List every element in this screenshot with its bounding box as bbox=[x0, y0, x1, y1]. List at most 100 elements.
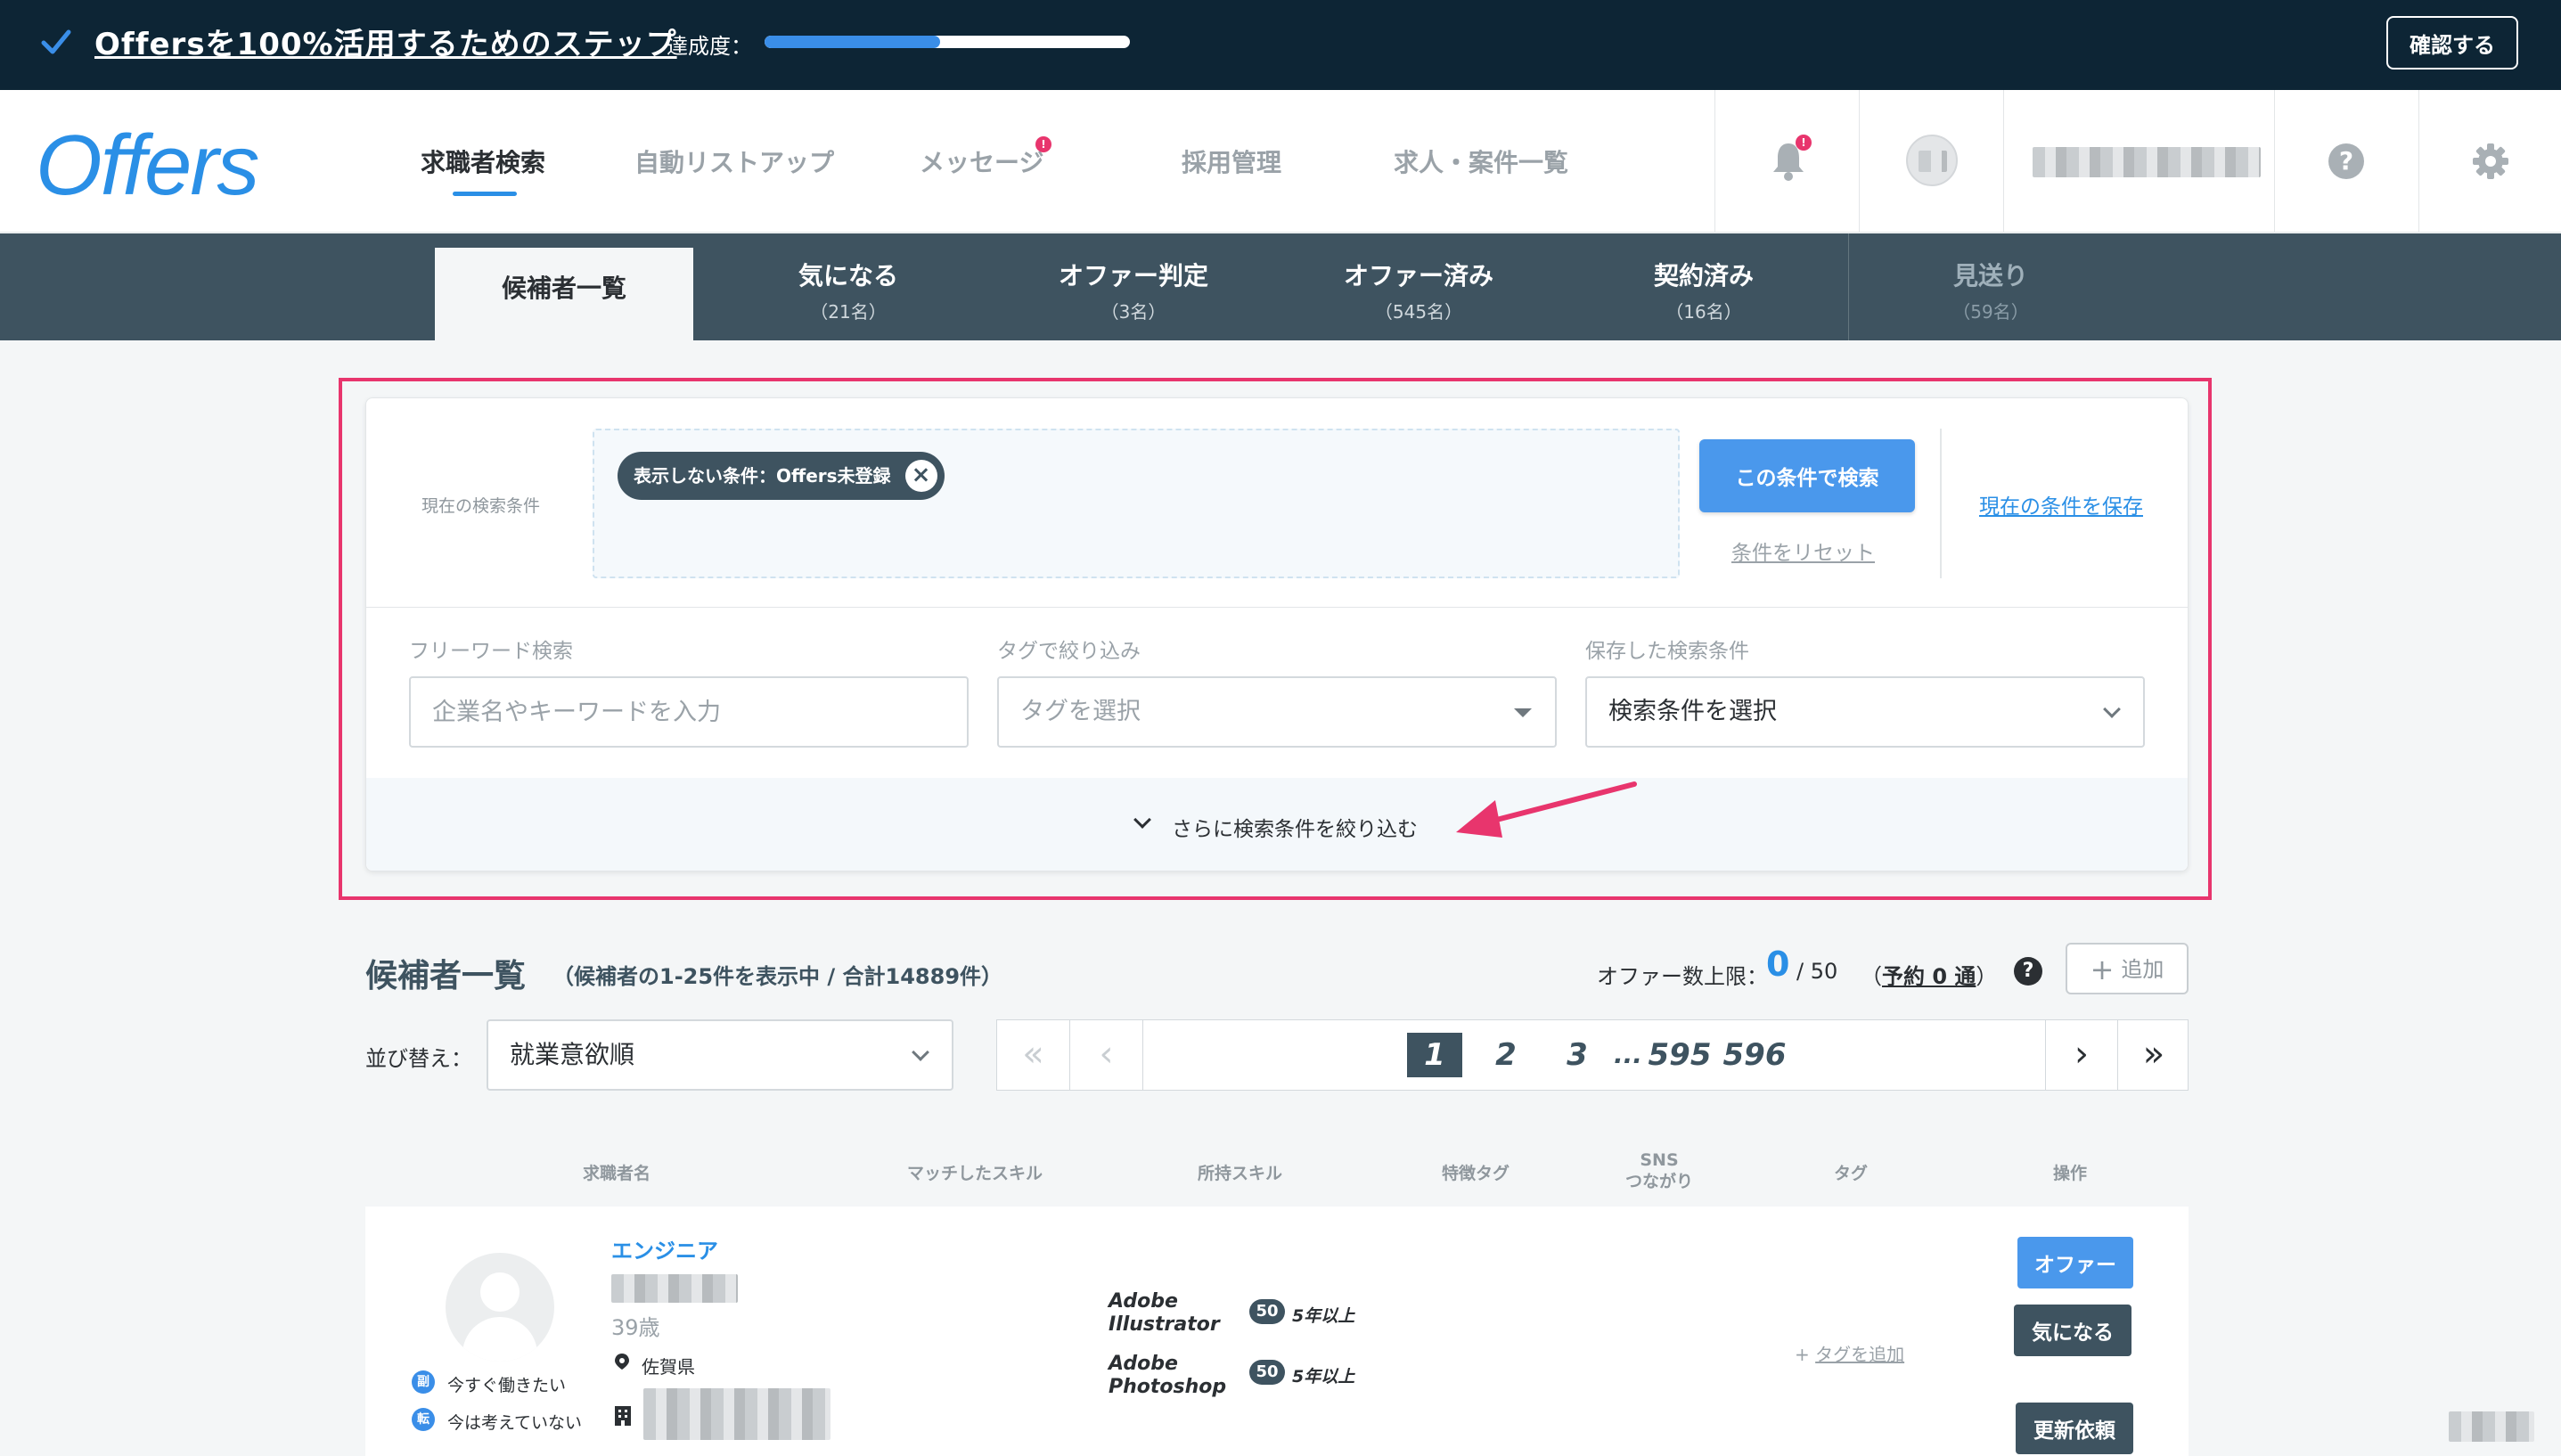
help-icon: ? bbox=[2328, 143, 2364, 179]
nav-job-list[interactable]: 求人・案件一覧 bbox=[1394, 143, 1568, 179]
page-595[interactable]: 595 bbox=[1646, 1033, 1714, 1077]
skill-years: 5年以上 bbox=[1292, 1367, 1355, 1386]
pagination: « ‹ 1 2 3 ... 595 596 › » bbox=[996, 1019, 2189, 1091]
blurred-company-name bbox=[643, 1388, 830, 1440]
tab-candidate-list[interactable]: 候補者一覧 bbox=[435, 248, 693, 340]
offer-button[interactable]: オファー bbox=[2017, 1237, 2133, 1288]
tab-contracted[interactable]: 契約済み （16名） bbox=[1579, 233, 1829, 340]
help-cell[interactable]: ? bbox=[2274, 90, 2418, 233]
confirm-button[interactable]: 確認する bbox=[2386, 16, 2518, 70]
nav-recruit-management[interactable]: 採用管理 bbox=[1182, 143, 1281, 179]
tab-declined[interactable]: 見送り （59名） bbox=[1866, 233, 2115, 340]
tab-interested[interactable]: 気になる （21名） bbox=[724, 233, 973, 340]
company-avatar-cell[interactable] bbox=[1859, 90, 2003, 233]
tab-offered[interactable]: オファー済み （545名） bbox=[1294, 233, 1543, 340]
job-change-status-icon: 転 bbox=[412, 1408, 435, 1431]
reserve-suffix: ） bbox=[1976, 964, 1998, 989]
gear-icon bbox=[2473, 143, 2508, 179]
candidate-subtabs bbox=[0, 233, 2561, 340]
add-button[interactable]: + 追加 bbox=[2066, 943, 2189, 994]
chevron-down-icon bbox=[912, 1043, 929, 1061]
freeword-label: フリーワード検索 bbox=[409, 640, 573, 663]
current-conditions-label: 現在の検索条件 bbox=[421, 496, 541, 516]
blurred-candidate-name bbox=[611, 1274, 738, 1303]
col-actions: 操作 bbox=[2053, 1164, 2088, 1183]
reset-conditions-link[interactable]: 条件をリセット bbox=[1731, 536, 1875, 566]
candidate-role[interactable]: エンジニア bbox=[611, 1233, 718, 1264]
nav-auto-listup[interactable]: 自動リストアップ bbox=[634, 143, 834, 179]
tab-label: オファー済み bbox=[1343, 261, 1493, 290]
tab-count: （3名） bbox=[1100, 301, 1166, 323]
tag-select-placeholder: タグを選択 bbox=[1020, 698, 1141, 725]
reserve-link[interactable]: 予約 0 通 bbox=[1882, 964, 1976, 989]
offers-logo[interactable]: Offers bbox=[36, 117, 259, 215]
page-596[interactable]: 596 bbox=[1721, 1033, 1788, 1077]
col-matched-skills: マッチしたスキル bbox=[907, 1164, 1043, 1183]
chevron-down-icon bbox=[1133, 811, 1151, 829]
prev-page-icon[interactable]: ‹ bbox=[1070, 1020, 1143, 1090]
page-ellipsis: ... bbox=[1614, 1040, 1642, 1069]
onboarding-title-link[interactable]: Offersを100%活用するためのステップ bbox=[94, 20, 677, 63]
notification-cell[interactable]: ! bbox=[1714, 90, 1859, 233]
messages-badge: ! bbox=[1035, 136, 1051, 152]
side-job-status-icon: 副 bbox=[412, 1370, 435, 1394]
saved-conditions-value: 検索条件を選択 bbox=[1608, 698, 1777, 725]
skill-level-badge: 50 bbox=[1249, 1360, 1285, 1385]
more-conditions-toggle[interactable]: さらに検索条件を絞り込む bbox=[366, 778, 2188, 871]
skill-years: 5年以上 bbox=[1292, 1306, 1355, 1326]
candidate-location: 佐賀県 bbox=[642, 1356, 695, 1378]
skill-name: Adobe Illustrator bbox=[1109, 1290, 1220, 1336]
save-conditions-link[interactable]: 現在の条件を保存 bbox=[1979, 489, 2143, 519]
nav-candidate-search[interactable]: 求職者検索 bbox=[421, 143, 545, 179]
tag-select[interactable]: タグを選択 bbox=[997, 676, 1557, 748]
user-name-cell[interactable] bbox=[2003, 90, 2274, 233]
help-icon[interactable]: ? bbox=[2014, 957, 2042, 986]
blurred-user-name bbox=[2033, 147, 2261, 177]
page-1[interactable]: 1 bbox=[1407, 1033, 1462, 1077]
sort-label: 並び替え： bbox=[365, 1046, 472, 1071]
progress-label: 達成度： bbox=[667, 34, 752, 59]
search-panel: 現在の検索条件 表示しない条件：Offers未登録 × この条件で検索 条件をリ… bbox=[365, 397, 2189, 871]
col-sns: SNS つながり bbox=[1625, 1149, 1693, 1192]
update-request-button[interactable]: 更新依頼 bbox=[2016, 1403, 2133, 1454]
page-2[interactable]: 2 bbox=[1478, 1033, 1534, 1077]
tab-count: （21名） bbox=[810, 301, 887, 323]
tab-label: オファー判定 bbox=[1058, 261, 1208, 290]
divider bbox=[366, 607, 2188, 608]
settings-cell[interactable] bbox=[2418, 90, 2561, 233]
blurred-corner-element bbox=[2449, 1411, 2534, 1442]
side-job-status: 今すぐ働きたい bbox=[447, 1376, 567, 1395]
next-page-icon[interactable]: › bbox=[2045, 1020, 2118, 1090]
freeword-input[interactable] bbox=[409, 676, 969, 748]
nav-messages[interactable]: メッセージ bbox=[920, 143, 1043, 179]
first-page-icon[interactable]: « bbox=[997, 1020, 1070, 1090]
more-conditions-label: さらに検索条件を絞り込む bbox=[1172, 818, 1418, 841]
caret-down-icon bbox=[1514, 708, 1532, 717]
table-row[interactable]: エンジニア 39歳 佐賀県 副 今すぐ働きたい 転 今は考えていない Adobe… bbox=[365, 1207, 2189, 1456]
tab-label: 見送り bbox=[1952, 261, 2028, 290]
col-candidate-name: 求職者名 bbox=[583, 1164, 651, 1183]
annotation-arrow-icon bbox=[1456, 781, 1637, 838]
offer-limit-label: オファー数上限： bbox=[1597, 964, 1768, 989]
tab-label: 契約済み bbox=[1653, 261, 1754, 290]
saved-conditions-select[interactable]: 検索条件を選択 bbox=[1585, 676, 2145, 748]
nav-active-underline bbox=[453, 192, 517, 196]
col-owned-skills: 所持スキル bbox=[1198, 1164, 1283, 1183]
search-with-conditions-button[interactable]: この条件で検索 bbox=[1699, 439, 1915, 512]
progress-bar bbox=[765, 36, 1130, 48]
page-3[interactable]: 3 bbox=[1550, 1033, 1605, 1077]
close-icon[interactable]: × bbox=[904, 460, 937, 492]
last-page-icon[interactable]: » bbox=[2118, 1020, 2189, 1090]
add-tag-label: タグを追加 bbox=[1815, 1344, 1905, 1365]
col-sns-line2: つながり bbox=[1625, 1172, 1694, 1191]
candidate-list-title: 候補者一覧 bbox=[365, 958, 527, 994]
add-tag-link[interactable]: + タグを追加 bbox=[1795, 1340, 1904, 1366]
tab-label: 候補者一覧 bbox=[501, 274, 626, 303]
sort-select[interactable]: 就業意欲順 bbox=[487, 1019, 953, 1091]
condition-chip-label: 表示しない条件：Offers未登録 bbox=[634, 465, 891, 487]
col-feature-tags: 特徴タグ bbox=[1442, 1164, 1510, 1183]
skill-name: Adobe Photoshop bbox=[1109, 1353, 1227, 1398]
chevron-down-icon bbox=[2103, 700, 2121, 718]
tab-offer-judgement[interactable]: オファー判定 （3名） bbox=[1009, 233, 1258, 340]
interested-button[interactable]: 気になる bbox=[2014, 1305, 2131, 1356]
